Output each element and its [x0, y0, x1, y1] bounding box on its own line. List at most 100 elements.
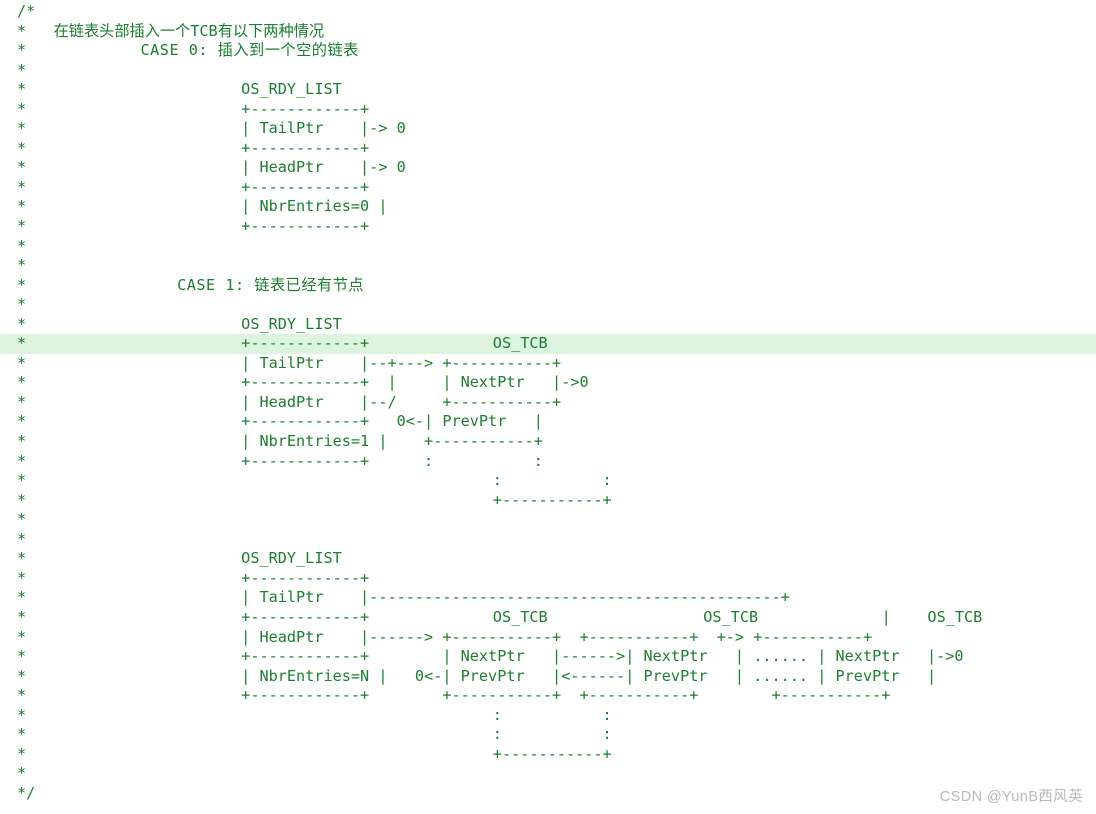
comment-marker: * [17, 60, 27, 79]
ascii-art-fragment: OS_RDY_LIST [241, 549, 342, 568]
code-line: * [0, 764, 1096, 784]
comment-marker: * [17, 529, 27, 548]
ascii-art-fragment: | HeadPtr |-> 0 [241, 158, 406, 177]
code-line: * +-----------+ [0, 745, 1096, 765]
ascii-art-fragment: +------------+ | NextPtr |------>| NextP… [241, 647, 964, 666]
comment-marker: */ [17, 783, 36, 802]
ascii-art-fragment: OS_TCB [492, 607, 548, 626]
code-line: * +------------+ [0, 100, 1096, 120]
csdn-watermark: CSDN @YunB西风英 [939, 789, 1083, 805]
ascii-art-fragment: +------------+ [241, 607, 370, 626]
comment-marker: * [17, 275, 27, 294]
ascii-art-fragment: | [881, 607, 891, 626]
comment-marker: * [17, 607, 27, 626]
ascii-art-fragment: | NbrEntries=N | 0<-| PrevPtr |<------| … [241, 666, 937, 685]
ascii-art-fragment: | TailPtr |--+---> +-----------+ [241, 353, 562, 372]
comment-marker: * [17, 490, 27, 509]
ascii-art-fragment: OS_TCB [703, 607, 759, 626]
code-line: * +------------+ [0, 217, 1096, 237]
comment-marker: * [17, 510, 27, 529]
code-line: * OS_RDY_LIST [0, 315, 1096, 335]
code-line: * CASE 1: 链表已经有节点 [0, 276, 1096, 296]
code-line: */ [0, 784, 1096, 804]
ascii-art-fragment: +------------+ : : [241, 451, 543, 470]
ascii-art-fragment: : : [492, 725, 612, 744]
ascii-art-fragment: OS_TCB [927, 607, 983, 626]
ascii-art-fragment: +------------+ [241, 568, 370, 587]
code-line: * | HeadPtr |-> 0 [0, 158, 1096, 178]
code-line: * +------------+ [0, 569, 1096, 589]
ascii-art-fragment: | TailPtr |-> 0 [241, 119, 406, 138]
comment-marker: * [17, 373, 27, 392]
code-line: * +------------+ | | NextPtr |->0 [0, 373, 1096, 393]
code-line: * | HeadPtr |--/ +-----------+ [0, 393, 1096, 413]
comment-marker: * [17, 353, 27, 372]
ascii-art-fragment: : : [492, 705, 612, 724]
comment-marker: /* [17, 2, 36, 20]
comment-marker: * [17, 138, 27, 157]
code-line: * : : [0, 706, 1096, 726]
ascii-art-fragment: +------------+ 0<-| PrevPtr | [241, 412, 543, 431]
code-line: * | NbrEntries=N | 0<-| PrevPtr |<------|… [0, 667, 1096, 687]
ascii-art-fragment: | NbrEntries=1 | +-----------+ [241, 432, 543, 451]
code-line: * +-----------+ [0, 491, 1096, 511]
ascii-art-fragment: | HeadPtr |------> +-----------+ +------… [241, 627, 873, 646]
code-line: * +------------+ OS_TCB [0, 334, 1096, 354]
comment-marker: * [17, 99, 27, 118]
comment-marker: * [17, 666, 27, 685]
code-line: * | TailPtr |--+---> +-----------+ [0, 354, 1096, 374]
code-line: * [0, 510, 1096, 530]
ascii-art-fragment: CASE 0: 插入到一个空的链表 [140, 41, 359, 60]
comment-marker: * [17, 647, 27, 666]
comment-marker: * [17, 256, 27, 275]
comment-marker: * [17, 177, 27, 196]
comment-marker: * [17, 392, 27, 411]
comment-marker: * [17, 412, 27, 431]
code-line: * : : [0, 725, 1096, 745]
comment-marker: * [17, 588, 27, 607]
comment-marker: * [17, 197, 27, 216]
ascii-art-fragment: +------------+ [241, 99, 370, 118]
ascii-art-fragment: +------------+ [241, 177, 370, 196]
comment-marker: * [17, 471, 27, 490]
comment-marker: * [17, 217, 27, 236]
ascii-art-fragment: OS_RDY_LIST [241, 80, 342, 99]
comment-marker: * [17, 725, 27, 744]
comment-marker: * [17, 705, 27, 724]
ascii-art-fragment: +------------+ [241, 138, 370, 157]
ascii-art-fragment: +------------+ | | NextPtr |->0 [241, 373, 589, 392]
code-line: * +------------+ 0<-| PrevPtr | [0, 412, 1096, 432]
comment-marker: * [17, 80, 27, 99]
code-line: * [0, 295, 1096, 315]
ascii-art-fragment: : : [492, 471, 612, 490]
ascii-art-fragment: OS_RDY_LIST [241, 314, 342, 333]
ascii-art-fragment: +------------+ [241, 334, 370, 353]
comment-marker: * [17, 549, 27, 568]
ascii-art-fragment: +------------+ [241, 217, 370, 236]
code-line: * OS_RDY_LIST [0, 80, 1096, 100]
code-line: * 在链表头部插入一个TCB有以下两种情况 [0, 22, 1096, 42]
comment-marker: * [17, 744, 27, 763]
ascii-art-fragment: | HeadPtr |--/ +-----------+ [241, 392, 562, 411]
ascii-art-fragment: CASE 1: 链表已经有节点 [177, 275, 365, 294]
code-line: * | HeadPtr |------> +-----------+ +-----… [0, 628, 1096, 648]
comment-marker: * [17, 41, 27, 60]
comment-marker: * [17, 334, 27, 353]
ascii-art-fragment: OS_TCB [492, 334, 548, 353]
code-line: * +------------+ [0, 139, 1096, 159]
code-line: * +------------+ | NextPtr |------>| Next… [0, 647, 1096, 667]
comment-marker: * [17, 314, 27, 333]
code-line: * +------------+ [0, 178, 1096, 198]
code-line: * | NbrEntries=0 | [0, 197, 1096, 217]
comment-marker: * [17, 432, 27, 451]
comment-marker: * [17, 236, 27, 255]
comment-marker: * [17, 686, 27, 705]
comment-marker: * [17, 568, 27, 587]
ascii-art-fragment: +-----------+ [492, 490, 612, 509]
code-line: * [0, 530, 1096, 550]
code-line: * | TailPtr |-> 0 [0, 119, 1096, 139]
code-line: /* [0, 2, 1096, 22]
comment-marker: * [17, 295, 27, 314]
code-line: * CASE 0: 插入到一个空的链表 [0, 41, 1096, 61]
comment-marker: * [17, 158, 27, 177]
